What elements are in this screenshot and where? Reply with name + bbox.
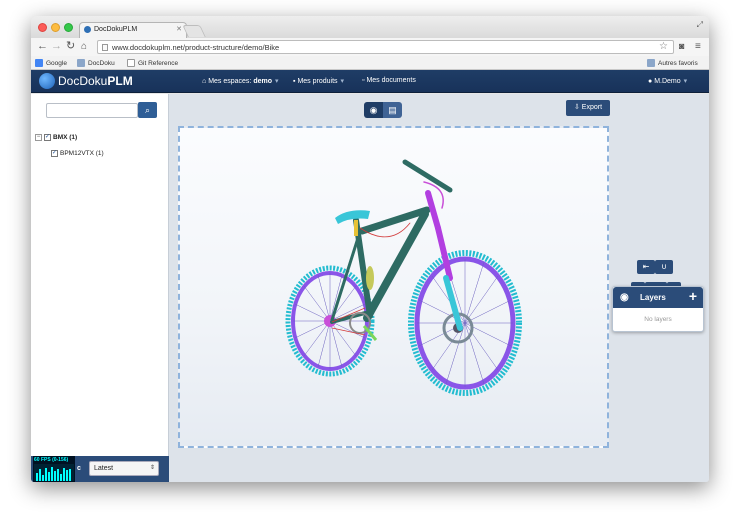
tree-checkbox[interactable]: ✓ (51, 150, 58, 157)
menu-documents[interactable]: ▫ Mes documents (362, 77, 416, 84)
tree-checkbox[interactable]: ✓ (44, 134, 51, 141)
product-structure-sidebar: ⌕ − ✓ BMX (1) ✓ BPM12VTX (1) 60 FPS (0-1… (31, 94, 169, 482)
docdoku-logo-icon (39, 73, 55, 89)
home-icon: ⌂ (202, 78, 207, 85)
maximize-window-icon[interactable] (64, 23, 73, 32)
browser-titlebar: DocDokuPLM ✕ ⤢ (31, 16, 709, 38)
logo-text-bold: PLM (107, 74, 133, 88)
main-content: ⌕ − ✓ BMX (1) ✓ BPM12VTX (1) 60 FPS (0-1… (31, 94, 709, 482)
google-icon (35, 59, 43, 67)
fps-label: 60 FPS (0-156) (34, 457, 69, 463)
briefcase-icon: ▪ (293, 78, 296, 85)
user-icon: ● (648, 78, 653, 85)
user-name: M.Demo (654, 78, 681, 85)
collapse-icon[interactable]: − (35, 134, 42, 141)
bookmark-label: Git Reference (138, 59, 179, 67)
workspaces-label: Mes espaces: (208, 78, 252, 85)
forward-icon[interactable]: → (51, 40, 62, 53)
browser-window: DocDokuPLM ✕ ⤢ ← → ↻ ⌂ www.docdokuplm.ne… (31, 16, 709, 482)
app-logo[interactable]: DocDoku PLM (39, 73, 133, 89)
fullscreen-icon[interactable]: ⤢ (697, 20, 703, 30)
chevron-down-icon: ▾ (275, 78, 279, 85)
search-button[interactable]: ⌕ (138, 102, 157, 118)
sidebar-footer: 60 FPS (0-156) c Latest ⇕ (31, 456, 169, 482)
folder-icon (77, 59, 85, 67)
3d-viewport[interactable] (178, 126, 609, 448)
docdoku-favicon-icon (84, 26, 91, 33)
tree-node-bmx[interactable]: − ✓ BMX (1) (35, 134, 77, 141)
snap-left-button[interactable]: ⇤ (637, 260, 655, 274)
reload-icon[interactable]: ↻ (66, 40, 75, 53)
tree-node-label: BPM12VTX (1) (60, 150, 104, 157)
folder-icon (647, 59, 655, 67)
chevron-down-icon: ▾ (340, 78, 345, 85)
products-label: Mes produits (297, 78, 338, 85)
pocket-icon[interactable]: ◙ (679, 40, 684, 53)
search-icon: ⌕ (144, 105, 151, 115)
menu-workspaces[interactable]: ⌂ Mes espaces: demo ▾ (202, 77, 279, 85)
export-label: Export (581, 104, 603, 111)
front-wheel (408, 250, 522, 396)
bookmark-git-reference[interactable]: Git Reference (127, 58, 178, 68)
app-header: DocDoku PLM ⌂ Mes espaces: demo ▾ ▪ Mes pr… (31, 70, 709, 93)
tab-title: DocDokuPLM (94, 26, 138, 33)
view-mode-toggle: ◉ ▤ (364, 102, 402, 118)
fps-monitor: 60 FPS (0-156) (33, 456, 75, 482)
user-menu[interactable]: ● M.Demo ▾ (648, 77, 687, 85)
bike-model (285, 159, 522, 396)
bookmark-other-favorites[interactable]: Autres favoris (647, 58, 698, 68)
rear-wheel (285, 265, 375, 377)
minimize-window-icon[interactable] (51, 23, 60, 32)
home-icon[interactable]: ⌂ (81, 40, 87, 53)
eye-icon: ◉ (369, 105, 378, 115)
version-select[interactable]: Latest ⇕ (89, 461, 159, 476)
version-select-value: Latest (94, 465, 114, 472)
browser-navbar: ← → ↻ ⌂ www.docdokuplm.net/product-struc… (31, 38, 709, 56)
footer-partial-label: c (77, 465, 81, 472)
view-3d-button[interactable]: ◉ (364, 102, 383, 118)
download-icon: ⇩ (573, 104, 580, 111)
magnet-button[interactable]: ∪ (655, 260, 673, 274)
document-icon: ▫ (362, 77, 365, 84)
page-icon (102, 44, 108, 51)
bookmark-label: DocDoku (88, 59, 115, 67)
menu-icon[interactable]: ≡ (695, 40, 701, 53)
list-icon: ▤ (388, 105, 397, 115)
layers-header: ◉ Layers + (613, 287, 703, 308)
documents-label: Mes documents (366, 77, 416, 84)
select-arrows-icon: ⇕ (149, 465, 155, 471)
workspace-name: demo (253, 78, 272, 85)
fps-graph (34, 464, 74, 481)
page-icon (127, 59, 135, 67)
bookmark-label: Google (46, 59, 67, 67)
bookmark-google[interactable]: Google (35, 58, 67, 68)
view-list-button[interactable]: ▤ (383, 102, 402, 118)
bookmarks-bar: Google DocDoku Git Reference Autres favo… (31, 56, 709, 70)
bike-frame (330, 159, 463, 331)
search-input[interactable] (46, 103, 138, 118)
logo-text: DocDoku (58, 74, 108, 88)
bookmark-label: Autres favoris (658, 59, 698, 67)
layers-panel: ◉ Layers + No layers (612, 286, 704, 332)
eye-icon[interactable]: ◉ (620, 287, 629, 308)
tree-node-label: BMX (1) (53, 134, 78, 141)
tree-node-bpm12vtx[interactable]: ✓ BPM12VTX (1) (51, 150, 104, 157)
layers-empty-text: No layers (644, 316, 672, 323)
bookmark-docdoku[interactable]: DocDoku (77, 58, 115, 68)
url-text: www.docdokuplm.net/product-structure/dem… (112, 43, 280, 52)
tab-close-icon[interactable]: ✕ (176, 25, 182, 33)
browser-tab[interactable]: DocDokuPLM ✕ (79, 22, 187, 38)
export-button[interactable]: ⇩ Export (566, 100, 610, 116)
address-bar[interactable]: www.docdokuplm.net/product-structure/dem… (97, 40, 674, 54)
layers-title: Layers (640, 293, 666, 302)
chevron-down-icon: ▾ (683, 78, 688, 85)
menu-products[interactable]: ▪ Mes produits ▾ (293, 77, 344, 85)
bookmark-star-icon[interactable]: ☆ (659, 41, 668, 52)
back-icon[interactable]: ← (37, 40, 48, 53)
close-window-icon[interactable] (38, 23, 47, 32)
add-layer-icon[interactable]: + (689, 286, 697, 307)
